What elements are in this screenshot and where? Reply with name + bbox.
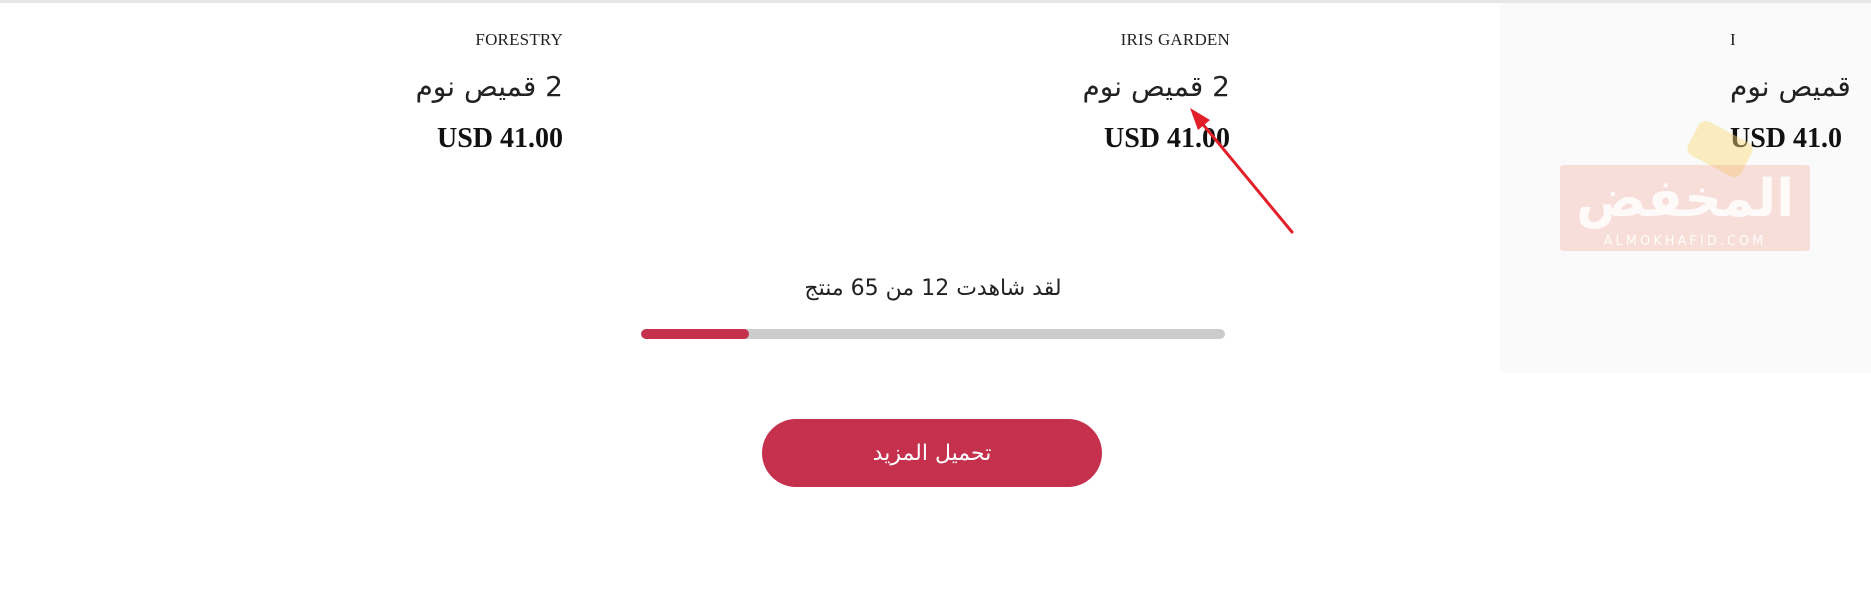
watermark-subtext: ALMOKHAFID.COM bbox=[1603, 234, 1767, 249]
product-card[interactable]: I قميص نوم USD 41.0 bbox=[1730, 30, 1851, 155]
product-name[interactable]: قميص نوم bbox=[1730, 70, 1851, 103]
load-more-button[interactable]: تحميل المزيد bbox=[762, 419, 1102, 487]
viewed-count-text: لقد شاهدت 12 من 65 منتج bbox=[804, 276, 1062, 301]
product-brand[interactable]: FORESTRY bbox=[415, 30, 563, 50]
watermark-text: المخفض bbox=[1575, 169, 1795, 229]
product-brand[interactable]: I bbox=[1730, 30, 1851, 50]
viewed-progress-fill bbox=[641, 329, 749, 339]
viewed-progress-bar bbox=[641, 329, 1225, 339]
watermark-logo: المخفض ALMOKHAFID.COM bbox=[1560, 165, 1810, 251]
product-brand[interactable]: IRIS GARDEN bbox=[1082, 30, 1230, 50]
product-price: USD 41.00 bbox=[436, 123, 563, 154]
product-card[interactable]: FORESTRY 2 قميص نوم USD 41.00 bbox=[415, 30, 563, 155]
annotation-arrow-icon bbox=[1190, 108, 1294, 234]
product-name[interactable]: 2 قميص نوم bbox=[1082, 70, 1230, 103]
product-name[interactable]: 2 قميص نوم bbox=[415, 70, 563, 103]
